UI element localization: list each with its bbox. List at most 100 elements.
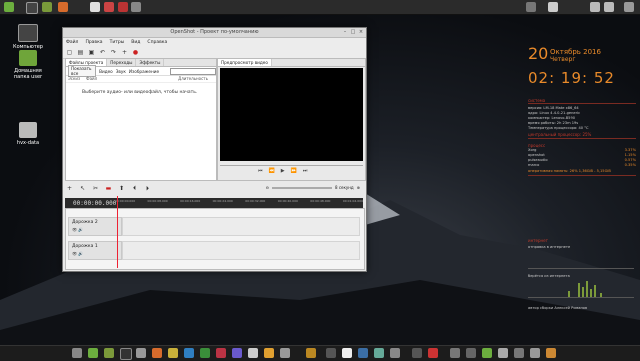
zoom-in-icon[interactable]: ⊕ xyxy=(357,185,360,190)
preview-seek-slider[interactable] xyxy=(220,162,363,166)
conky-graph-label: берётся из интернета xyxy=(528,274,570,278)
desktop-icon-home[interactable]: Домашняя папка user xyxy=(6,50,50,80)
app-icon[interactable] xyxy=(412,348,422,358)
zoom-out-icon[interactable]: ⊖ xyxy=(266,185,269,190)
app-icon[interactable] xyxy=(546,348,556,358)
redo-icon[interactable]: ↷ xyxy=(110,49,117,56)
play-icon[interactable]: ▶ xyxy=(281,168,285,174)
import-files-icon[interactable]: + xyxy=(121,49,128,56)
menu-icon[interactable] xyxy=(4,2,14,12)
app-icon[interactable] xyxy=(342,348,352,358)
app-icon[interactable] xyxy=(118,2,128,12)
filter-audio-button[interactable]: Звук xyxy=(116,69,126,74)
zoom-slider[interactable] xyxy=(272,186,332,189)
menu-edit[interactable]: Правка xyxy=(85,40,102,45)
track-visibility-icon[interactable]: 👁 🔊 xyxy=(72,251,83,256)
terminal-icon[interactable] xyxy=(26,2,38,14)
add-marker-icon[interactable]: ⬆ xyxy=(118,185,125,192)
mint-menu-icon[interactable] xyxy=(88,348,98,358)
app-icon[interactable] xyxy=(498,348,508,358)
desktop-icon-computer[interactable]: Компьютер xyxy=(6,24,50,50)
menu-help[interactable]: Справка xyxy=(147,40,167,45)
menu-view[interactable]: Вид xyxy=(131,40,140,45)
app-icon[interactable] xyxy=(390,348,400,358)
column-file[interactable]: Файл xyxy=(86,76,97,82)
desktop-icon-drive[interactable]: hvx-data xyxy=(6,122,50,146)
track-header[interactable]: Дорожка 1 👁 🔊 xyxy=(68,241,122,260)
app-icon[interactable] xyxy=(466,348,476,358)
app-icon[interactable] xyxy=(306,348,316,358)
battery-icon[interactable] xyxy=(590,2,600,12)
app-icon[interactable] xyxy=(530,348,540,358)
file-manager-icon[interactable] xyxy=(42,2,52,12)
app-icon[interactable] xyxy=(248,348,258,358)
search-input[interactable] xyxy=(170,67,216,75)
app-icon[interactable] xyxy=(200,348,210,358)
app-icon[interactable] xyxy=(482,348,492,358)
export-video-icon[interactable]: ● xyxy=(132,49,139,56)
column-duration[interactable]: Длительность xyxy=(178,76,208,82)
network-icon[interactable] xyxy=(526,2,536,12)
app-icon[interactable] xyxy=(184,348,194,358)
menu-titles[interactable]: Титры xyxy=(110,40,125,45)
razor-icon[interactable]: ✂ xyxy=(92,185,99,192)
conky-proc-value: 1.15% xyxy=(624,153,636,157)
shield-icon[interactable] xyxy=(548,2,558,12)
open-project-icon[interactable]: ▤ xyxy=(77,49,84,56)
app-icon[interactable] xyxy=(232,348,242,358)
track-lane[interactable] xyxy=(122,217,360,236)
app-icon[interactable] xyxy=(216,348,226,358)
track-visibility-icon[interactable]: 👁 🔊 xyxy=(72,227,83,232)
app-icon[interactable] xyxy=(280,348,290,358)
undo-icon[interactable]: ↶ xyxy=(99,49,106,56)
close-button[interactable]: × xyxy=(358,30,364,35)
app-icon[interactable] xyxy=(168,348,178,358)
previous-marker-icon[interactable]: ⏴ xyxy=(131,185,138,192)
window-titlebar[interactable]: OpenShot - Проект по-умолчанию – □ × xyxy=(63,28,366,38)
fast-forward-icon[interactable]: ⏩ xyxy=(291,168,297,174)
app-icon[interactable] xyxy=(104,2,114,12)
track-header[interactable]: Дорожка 2 👁 🔊 xyxy=(68,217,122,236)
select-icon[interactable]: ↖ xyxy=(79,185,86,192)
minimize-button[interactable]: – xyxy=(342,30,348,35)
browser-icon[interactable] xyxy=(58,2,68,12)
menu-file[interactable]: Файл xyxy=(66,40,78,45)
tab-video-preview[interactable]: Предпросмотр видео xyxy=(218,59,272,66)
app-icon[interactable] xyxy=(104,348,114,358)
track-lane[interactable] xyxy=(122,241,360,260)
timeline-ruler[interactable]: 00:00:00.000 00:00:00.000 00:00:08.000 0… xyxy=(65,198,363,208)
app-icon[interactable] xyxy=(136,348,146,358)
next-marker-icon[interactable]: ⏵ xyxy=(144,185,151,192)
tab-effects[interactable]: Эффекты xyxy=(136,59,165,66)
app-icon[interactable] xyxy=(428,348,438,358)
app-icon[interactable] xyxy=(90,2,100,12)
conky-download-graph xyxy=(528,279,634,298)
app-icon[interactable] xyxy=(514,348,524,358)
filter-image-button[interactable]: Изображение xyxy=(129,69,159,74)
new-project-icon[interactable]: ▢ xyxy=(66,49,73,56)
conky-upload-graph xyxy=(528,250,634,269)
save-project-icon[interactable]: ▣ xyxy=(88,49,95,56)
tab-transitions[interactable]: Переходы xyxy=(107,59,137,66)
power-icon[interactable] xyxy=(624,2,634,12)
folder-icon xyxy=(19,50,37,66)
app-icon[interactable] xyxy=(450,348,460,358)
maximize-button[interactable]: □ xyxy=(350,30,356,35)
app-icon[interactable] xyxy=(152,348,162,358)
add-track-icon[interactable]: + xyxy=(66,185,73,192)
app-icon[interactable] xyxy=(131,2,141,12)
rewind-icon[interactable]: ⏪ xyxy=(269,168,275,174)
column-thumbnail[interactable]: Эскиз xyxy=(68,76,80,82)
playhead[interactable] xyxy=(117,196,118,268)
app-icon[interactable] xyxy=(264,348,274,358)
app-icon[interactable] xyxy=(326,348,336,358)
show-desktop-icon[interactable] xyxy=(72,348,82,358)
volume-icon[interactable] xyxy=(604,2,614,12)
app-icon[interactable] xyxy=(120,348,132,360)
snap-icon[interactable]: ▬ xyxy=(105,185,112,192)
jump-end-icon[interactable]: ⏭ xyxy=(303,168,308,174)
filter-video-button[interactable]: Видео xyxy=(99,69,113,74)
app-icon[interactable] xyxy=(374,348,384,358)
app-icon[interactable] xyxy=(358,348,368,358)
jump-start-icon[interactable]: ⏮ xyxy=(258,168,263,174)
